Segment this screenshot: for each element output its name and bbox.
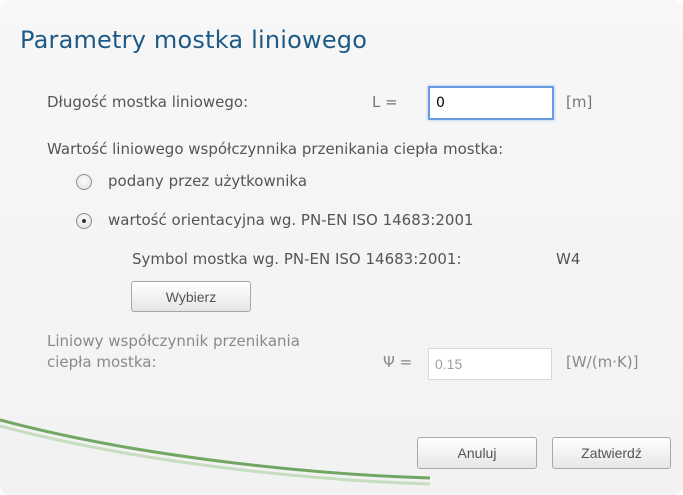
- confirm-button[interactable]: Zatwierdź: [552, 437, 671, 469]
- length-symbol: L =: [372, 93, 398, 111]
- radio-user-defined-label[interactable]: podany przez użytkownika: [108, 172, 307, 190]
- length-label: Długość mostka liniowego:: [47, 93, 249, 111]
- psi-label-line2: ciepła mostka:: [47, 353, 157, 371]
- dialog-title: Parametry mostka liniowego: [20, 26, 368, 54]
- length-unit: [m]: [566, 93, 593, 111]
- length-input[interactable]: [428, 86, 554, 120]
- psi-symbol: Ψ =: [383, 353, 413, 371]
- radio-user-defined[interactable]: [76, 174, 92, 190]
- radio-orientational-label[interactable]: wartość orientacyjna wg. PN-EN ISO 14683…: [108, 211, 474, 229]
- cancel-button[interactable]: Anuluj: [417, 437, 537, 469]
- psi-value-field: [428, 348, 552, 380]
- choose-button[interactable]: Wybierz: [131, 281, 251, 312]
- coef-section-label: Wartość liniowego współczynnika przenika…: [47, 140, 504, 158]
- psi-label-line1: Liniowy współczynnik przenikania: [47, 332, 300, 350]
- radio-orientational[interactable]: [76, 213, 92, 229]
- psi-unit: [W/(m·K)]: [566, 353, 639, 371]
- dialog-window: Parametry mostka liniowego Długość mostk…: [0, 0, 683, 495]
- symbol-label: Symbol mostka wg. PN-EN ISO 14683:2001:: [132, 250, 462, 268]
- symbol-value: W4: [556, 250, 581, 268]
- radio-selected-dot: [82, 219, 86, 223]
